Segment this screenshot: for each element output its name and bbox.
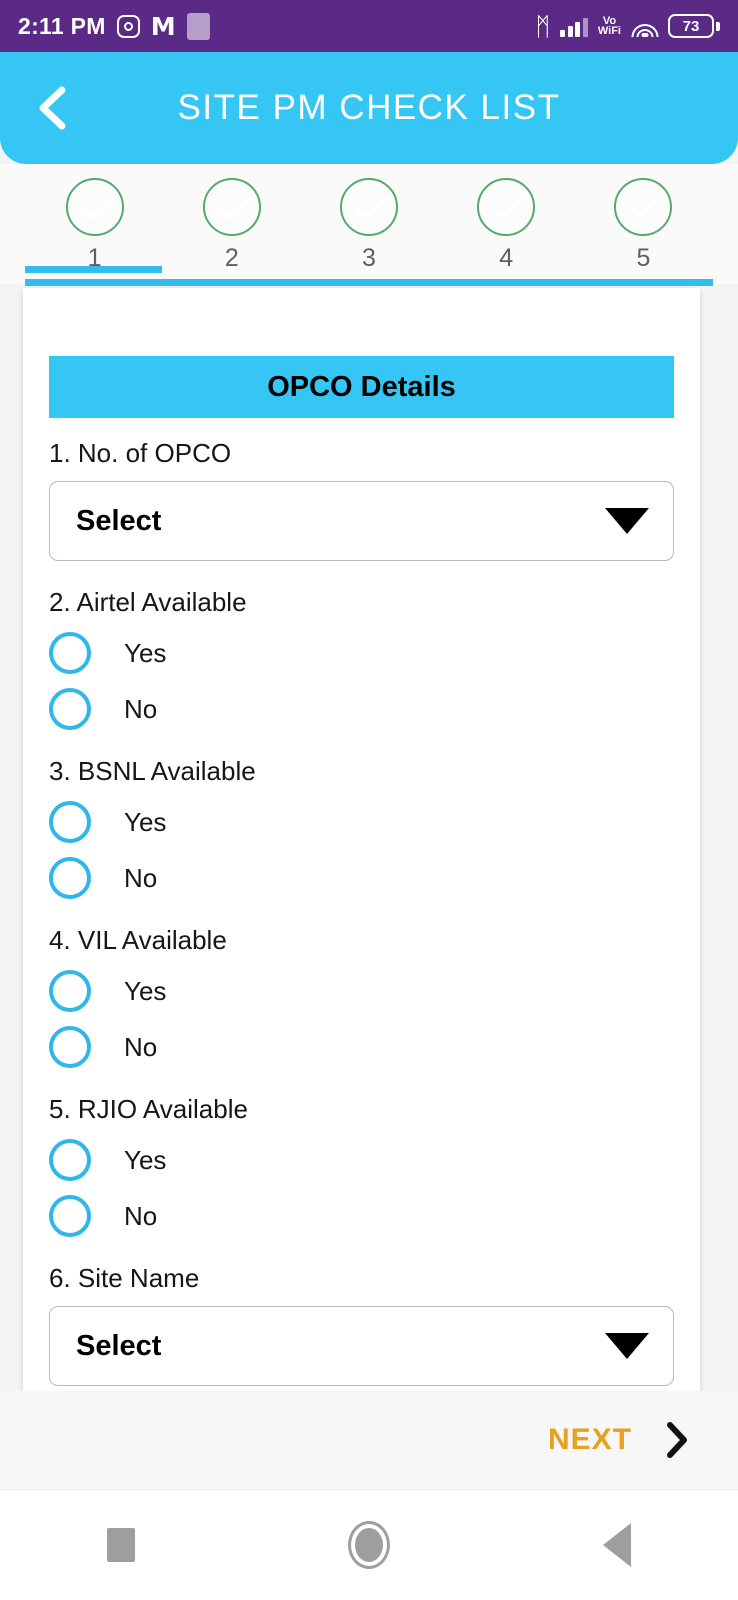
active-tab-underline [25, 266, 162, 273]
step-number: 4 [499, 244, 514, 272]
dropdown-site-name[interactable]: Select [49, 1306, 674, 1386]
radio-option-airtel-no[interactable]: No [49, 688, 674, 730]
radio-label: No [124, 862, 158, 893]
step-circle-icon [340, 178, 398, 236]
vowifi-icon: Vo WiFi [597, 15, 621, 37]
step-item-2[interactable]: 2 [163, 164, 300, 273]
vowifi-wifi-label: WiFi [597, 25, 621, 37]
question-label-1: 1. No. of OPCO [49, 438, 232, 468]
gmail-icon: M [150, 11, 176, 41]
step-item-4[interactable]: 4 [438, 164, 575, 273]
step-item-5[interactable]: 5 [575, 164, 712, 273]
status-bar-left: 2:11 PM M [18, 11, 210, 41]
radio-circle-icon [49, 801, 91, 843]
radio-label: No [124, 693, 158, 724]
radio-circle-icon [49, 1139, 91, 1181]
stepper-divider-bar [25, 279, 713, 286]
battery-icon: 73 [668, 14, 720, 38]
question-label-4: 4. VIL Available [49, 925, 227, 955]
radio-circle-icon [49, 857, 91, 899]
chevron-down-icon [605, 1333, 649, 1359]
step-circle-icon [202, 178, 261, 236]
dropdown-value: Select [76, 504, 162, 537]
radio-option-rjio-yes[interactable]: Yes [49, 1139, 674, 1181]
question-label-3: 3. BSNL Available [49, 756, 256, 786]
step-item-1[interactable]: 1 [26, 164, 163, 273]
radio-label: No [124, 1031, 158, 1062]
battery-level: 73 [682, 17, 700, 35]
step-item-3[interactable]: 3 [300, 164, 437, 273]
radio-label: No [124, 1200, 158, 1231]
radio-option-bsnl-no[interactable]: No [49, 857, 674, 899]
instagram-icon [116, 14, 140, 38]
radio-option-vil-yes[interactable]: Yes [49, 970, 674, 1012]
radio-option-bsnl-yes[interactable]: Yes [49, 801, 674, 843]
section-banner: OPCO Details [49, 356, 674, 418]
footer-bar: NEXT [0, 1391, 738, 1489]
radio-circle-icon [49, 970, 91, 1012]
next-button[interactable]: NEXT [548, 1423, 632, 1457]
step-number: 3 [362, 244, 376, 272]
chevron-right-icon[interactable] [664, 1421, 690, 1459]
bluetooth-icon: ᛗ [535, 11, 551, 41]
radio-circle-icon [49, 1026, 91, 1068]
radio-label: Yes [124, 975, 167, 1006]
photos-icon [186, 12, 210, 40]
step-number: 5 [636, 244, 651, 272]
question-label-6: 6. Site Name [49, 1263, 200, 1293]
chevron-down-icon [605, 508, 649, 534]
radio-circle-icon [49, 1195, 91, 1237]
status-time: 2:11 PM [18, 12, 106, 39]
status-bar-right: ᛗ Vo WiFi 73 [535, 14, 720, 39]
radio-circle-icon [49, 632, 91, 674]
triangle-left-icon[interactable] [603, 1523, 632, 1567]
radio-circle-icon [49, 688, 91, 730]
step-circle-icon [614, 178, 673, 236]
radio-option-airtel-yes[interactable]: Yes [49, 632, 674, 674]
question-label-2: 2. Airtel Available [49, 587, 247, 617]
wifi-icon [631, 16, 658, 37]
radio-option-vil-no[interactable]: No [49, 1026, 674, 1068]
radio-label: Yes [124, 637, 167, 668]
dropdown-no-of-opco[interactable]: Select [49, 481, 674, 561]
android-nav-bar [0, 1489, 738, 1600]
app-bar: SITE PM CHECK LIST [0, 52, 738, 164]
square-icon[interactable] [106, 1528, 135, 1562]
page-title: SITE PM CHECK LIST [177, 88, 561, 127]
circle-icon[interactable] [347, 1521, 390, 1569]
section-title: OPCO Details [267, 370, 456, 403]
status-bar: 2:11 PM M ᛗ Vo WiFi 73 [0, 0, 738, 52]
dropdown-value: Select [76, 1329, 162, 1362]
form-card: OPCO Details 1. No. of OPCO Select 2. Ai… [23, 288, 700, 1391]
chevron-left-icon[interactable] [36, 85, 70, 131]
signal-bars-icon [560, 15, 588, 37]
radio-option-rjio-no[interactable]: No [49, 1195, 674, 1237]
radio-label: Yes [124, 1144, 167, 1175]
step-circle-icon [477, 178, 536, 236]
radio-label: Yes [124, 806, 167, 837]
question-label-5: 5. RJIO Available [49, 1094, 248, 1124]
step-number: 2 [224, 244, 239, 272]
step-circle-icon [65, 178, 124, 236]
phone-screen: 2:11 PM M ᛗ Vo WiFi 73 SITE PM CHECK LIS… [0, 0, 738, 1600]
